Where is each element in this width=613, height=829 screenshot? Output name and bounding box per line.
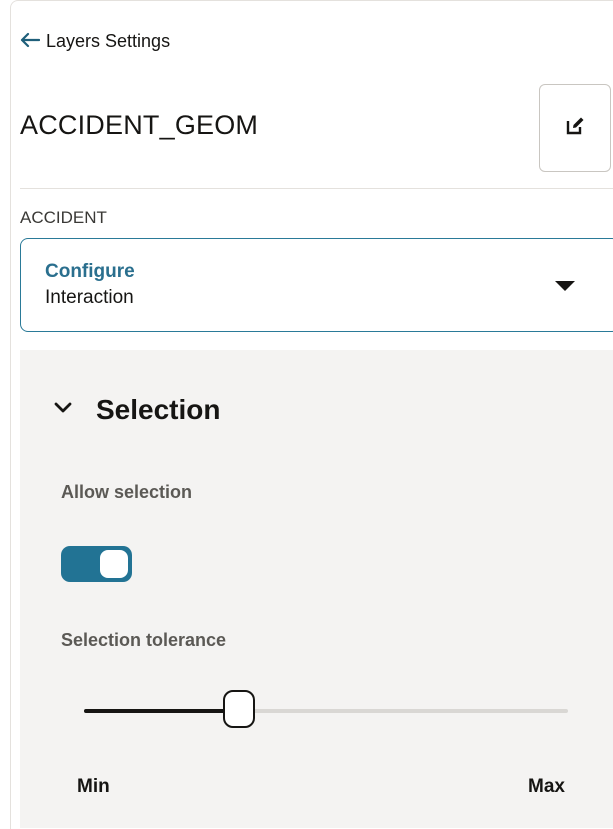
selection-tolerance-slider[interactable] bbox=[84, 690, 568, 728]
toggle-knob bbox=[100, 550, 128, 578]
dropdown-selected-value: Interaction bbox=[45, 287, 134, 308]
back-to-layers-link[interactable]: Layers Settings bbox=[20, 30, 170, 52]
allow-selection-toggle[interactable] bbox=[61, 546, 132, 582]
layer-title: ACCIDENT_GEOM bbox=[20, 110, 259, 140]
allow-selection-label: Allow selection bbox=[61, 482, 193, 502]
configure-dropdown[interactable]: Configure Interaction bbox=[20, 238, 613, 332]
slider-max-label: Max bbox=[528, 776, 565, 797]
source-layer-label: ACCIDENT bbox=[20, 208, 107, 227]
selection-section-title: Selection bbox=[96, 394, 221, 425]
back-link-label: Layers Settings bbox=[46, 30, 171, 51]
chevron-down-icon bbox=[54, 401, 72, 419]
slider-thumb[interactable] bbox=[222, 690, 255, 728]
caret-down-icon bbox=[555, 281, 575, 291]
slider-fill bbox=[84, 709, 239, 713]
selection-section-header[interactable]: Selection bbox=[54, 394, 220, 426]
edit-icon bbox=[565, 116, 585, 141]
slider-min-label: Min bbox=[77, 776, 110, 797]
header-divider bbox=[20, 188, 613, 189]
edit-layer-button[interactable] bbox=[539, 84, 611, 172]
selection-tolerance-label: Selection tolerance bbox=[61, 630, 227, 650]
arrow-left-icon bbox=[20, 30, 41, 52]
dropdown-primary-label: Configure bbox=[45, 261, 135, 282]
